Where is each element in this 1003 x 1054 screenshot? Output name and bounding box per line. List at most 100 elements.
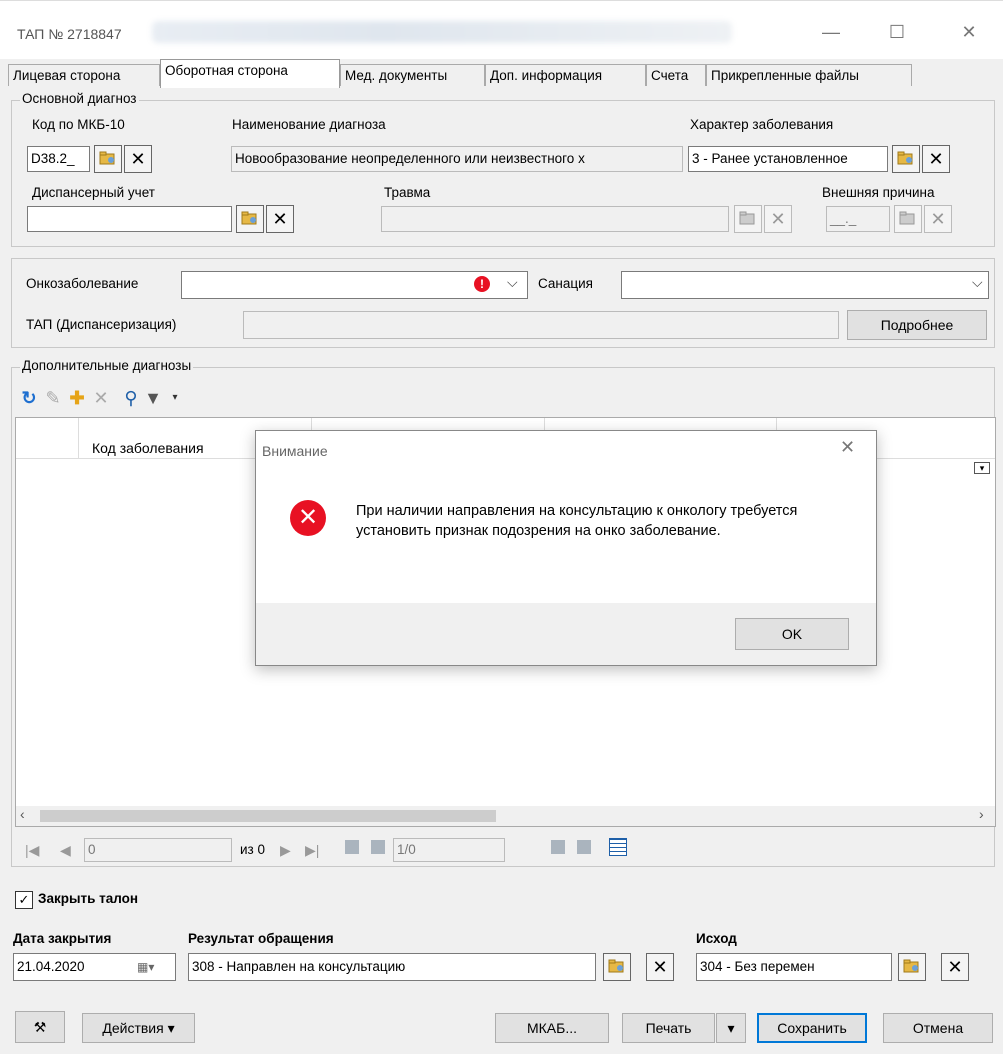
tab-invoices[interactable]: Счета [646, 64, 706, 86]
column-chooser-icon[interactable]: ▾ [974, 462, 990, 474]
chevron-down-icon[interactable]: ⌵ [972, 274, 983, 291]
dispensary-field[interactable] [27, 206, 232, 232]
record-input[interactable]: 1/0 [393, 838, 505, 862]
sanation-select[interactable] [621, 271, 989, 299]
main-diagnosis-label: Основной диагноз [20, 91, 139, 106]
outcome-clear-button[interactable]: ✕ [941, 953, 969, 981]
maximize-button[interactable]: ☐ [882, 19, 912, 45]
edit-icon[interactable]: ✎ [43, 388, 63, 408]
tab-attached-files[interactable]: Прикрепленные файлы [706, 64, 912, 86]
result-lookup-button[interactable] [603, 953, 631, 981]
external-lookup-button[interactable] [894, 205, 922, 233]
dialog-close-button[interactable]: ✕ [840, 437, 855, 458]
error-icon: ! [474, 276, 490, 292]
record-first-icon[interactable] [345, 840, 359, 854]
actions-button[interactable]: Действия ▾ [82, 1013, 195, 1043]
result-clear-button[interactable]: ✕ [646, 953, 674, 981]
onco-label: Онкозаболевание [26, 276, 139, 291]
close-icon: ✕ [947, 957, 963, 977]
result-field[interactable]: 308 - Направлен на консультацию [188, 953, 596, 981]
error-icon: ✕ [290, 500, 326, 536]
folder-lookup-icon [99, 151, 115, 165]
folder-lookup-icon [608, 959, 624, 973]
print-dropdown-button[interactable]: ▾ [716, 1013, 746, 1043]
mkb-label: Код по МКБ-10 [32, 117, 125, 132]
column-header-code[interactable]: Код заболевания [92, 440, 204, 456]
mkb-clear-button[interactable]: ✕ [124, 145, 152, 173]
refresh-icon[interactable]: ↻ [19, 388, 39, 408]
scrollbar-thumb[interactable] [40, 810, 496, 822]
title-bar: ТАП № 2718847 — ☐ ✕ [0, 0, 1003, 59]
tap-field[interactable] [243, 311, 839, 339]
ok-button[interactable]: OK [735, 618, 849, 650]
horizontal-scrollbar[interactable]: ‹ › [16, 806, 995, 826]
dialog-title: Внимание [262, 443, 328, 459]
close-icon: ✕ [930, 209, 946, 229]
chevron-down-icon[interactable]: ⌵ [507, 274, 518, 291]
tab-additional-info[interactable]: Доп. информация [485, 64, 646, 86]
last-page-icon[interactable]: ▶| [305, 842, 319, 859]
calendar-icon[interactable]: ▦▾ [137, 960, 154, 974]
character-field[interactable]: 3 - Ранее установленное [688, 146, 888, 172]
chevron-down-icon[interactable]: ▾ [165, 388, 185, 408]
minimize-button[interactable]: — [816, 19, 846, 45]
next-page-icon[interactable]: ▶ [280, 842, 291, 859]
close-ticket-checkbox[interactable]: ✓ [15, 891, 33, 909]
more-button[interactable]: Подробнее [847, 310, 987, 340]
folder-lookup-icon [899, 211, 915, 225]
tab-front-side[interactable]: Лицевая сторона [8, 64, 160, 86]
character-clear-button[interactable]: ✕ [922, 145, 950, 173]
cancel-button[interactable]: Отмена [883, 1013, 993, 1043]
first-page-icon[interactable]: |◀ [25, 842, 39, 859]
page-input[interactable]: 0 [84, 838, 232, 862]
dispensary-clear-button[interactable]: ✕ [266, 205, 294, 233]
record-last-icon[interactable] [577, 840, 591, 854]
tap-window: ТАП № 2718847 — ☐ ✕ Лицевая сторона Обор… [0, 0, 1003, 1054]
actions-label: Действия [102, 1020, 164, 1036]
save-button[interactable]: Сохранить [757, 1013, 867, 1043]
tools-button[interactable]: ⚒ [15, 1011, 65, 1043]
mkab-button[interactable]: МКАБ... [495, 1013, 609, 1043]
dialog-footer: OK [256, 603, 876, 665]
close-button[interactable]: ✕ [954, 19, 984, 45]
trauma-lookup-button[interactable] [734, 205, 762, 233]
filter-icon[interactable]: ▼ [143, 388, 163, 408]
outcome-field[interactable]: 304 - Без перемен [696, 953, 892, 981]
dispensary-label: Диспансерный учет [32, 185, 155, 200]
delete-icon[interactable]: ✕ [91, 388, 111, 408]
search-icon[interactable]: ⚲ [121, 388, 141, 408]
tools-icon: ⚒ [33, 1019, 47, 1035]
trauma-clear-button[interactable]: ✕ [764, 205, 792, 233]
record-prev-icon[interactable] [371, 840, 385, 854]
trauma-field[interactable] [381, 206, 729, 232]
mkb-lookup-button[interactable] [94, 145, 122, 173]
tap-label: ТАП (Диспансеризация) [26, 317, 177, 332]
close-icon: ✕ [272, 209, 288, 229]
character-lookup-button[interactable] [892, 145, 920, 173]
diagnosis-name-field[interactable]: Новообразование неопределенного или неиз… [231, 146, 683, 172]
scroll-left-icon[interactable]: ‹ [20, 806, 25, 822]
folder-lookup-icon [903, 959, 919, 973]
dispensary-lookup-button[interactable] [236, 205, 264, 233]
add-icon[interactable]: ✚ [67, 388, 87, 408]
trauma-label: Травма [384, 185, 431, 200]
external-clear-button[interactable]: ✕ [924, 205, 952, 233]
folder-lookup-icon [241, 211, 257, 225]
result-label: Результат обращения [188, 931, 334, 946]
scroll-right-icon[interactable]: › [979, 806, 984, 822]
print-button[interactable]: Печать [622, 1013, 715, 1043]
external-cause-label: Внешняя причина [822, 185, 935, 200]
table-view-icon[interactable] [609, 838, 627, 856]
prev-page-icon[interactable]: ◀ [60, 842, 71, 859]
folder-lookup-icon [739, 211, 755, 225]
tab-strip: Лицевая сторона Оборотная сторона Мед. д… [8, 58, 998, 88]
outcome-lookup-button[interactable] [898, 953, 926, 981]
pager: |◀ ◀ 0 из 0 ▶ ▶| 1/0 [15, 838, 695, 868]
tab-med-documents[interactable]: Мед. документы [340, 64, 485, 86]
dialog-message: При наличии направления на консультацию … [356, 503, 798, 539]
external-cause-field[interactable]: __._ [826, 206, 890, 232]
mkb-code-field[interactable]: D38.2_ [27, 146, 90, 172]
record-next-icon[interactable] [551, 840, 565, 854]
tab-back-side[interactable]: Оборотная сторона [160, 59, 340, 88]
close-icon: ✕ [652, 957, 668, 977]
